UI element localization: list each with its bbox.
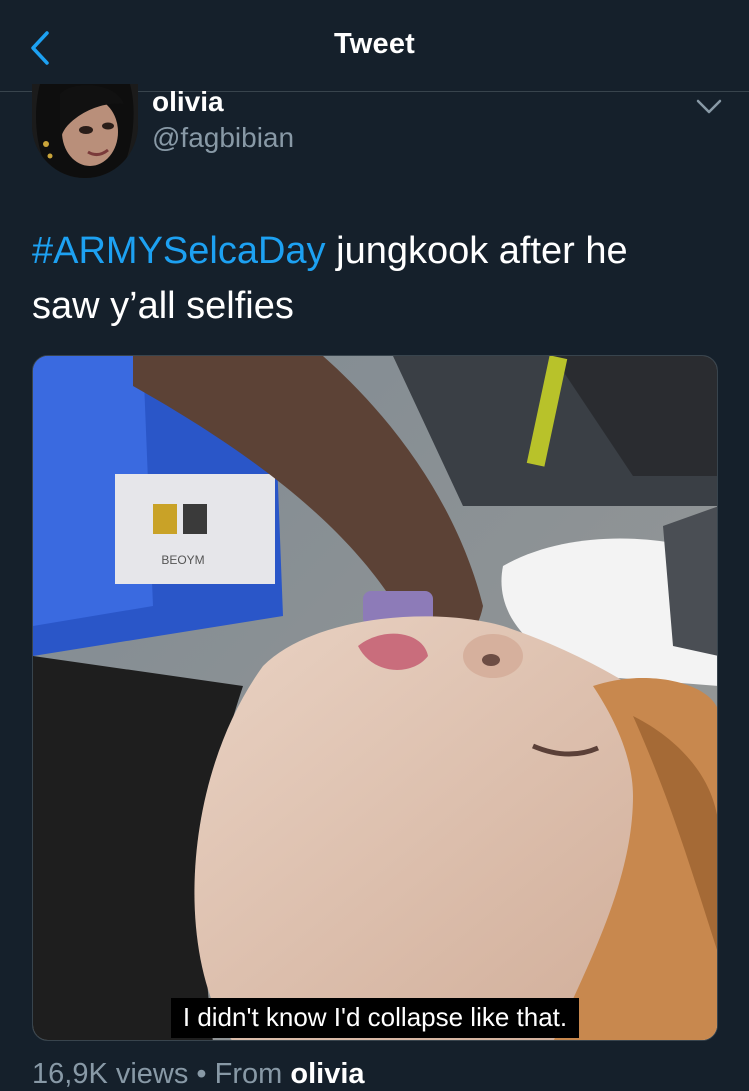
- avatar[interactable]: [32, 84, 138, 178]
- author-name[interactable]: olivia: [152, 86, 224, 118]
- media-image: BEOYM: [33, 356, 717, 1040]
- chevron-down-icon: [696, 99, 722, 114]
- tweet-text: #ARMYSelcaDay jungkook after he saw y’al…: [32, 224, 712, 334]
- nav-bar: Tweet: [0, 0, 749, 92]
- page-title: Tweet: [333, 28, 416, 60]
- video-subtitle: I didn't know I'd collapse like that.: [33, 998, 717, 1038]
- tweet-text-line2: saw y’all selfies: [32, 285, 294, 327]
- from-label: From: [214, 1058, 283, 1090]
- tweet-meta: 16,9K views • From olivia: [32, 1058, 365, 1091]
- meta-separator: •: [196, 1058, 207, 1090]
- source-link[interactable]: olivia: [290, 1058, 364, 1090]
- hashtag-link[interactable]: #ARMYSelcaDay: [32, 230, 326, 272]
- more-options-button[interactable]: [694, 94, 724, 118]
- tweet-text-line1: jungkook after he: [325, 230, 628, 272]
- author-handle[interactable]: @fagbibian: [152, 122, 294, 154]
- view-count: 16,9K views: [32, 1058, 189, 1090]
- box-label: BEOYM: [161, 553, 204, 567]
- tweet-media[interactable]: BEOYM I didn't know I'd collapse like th…: [32, 355, 718, 1041]
